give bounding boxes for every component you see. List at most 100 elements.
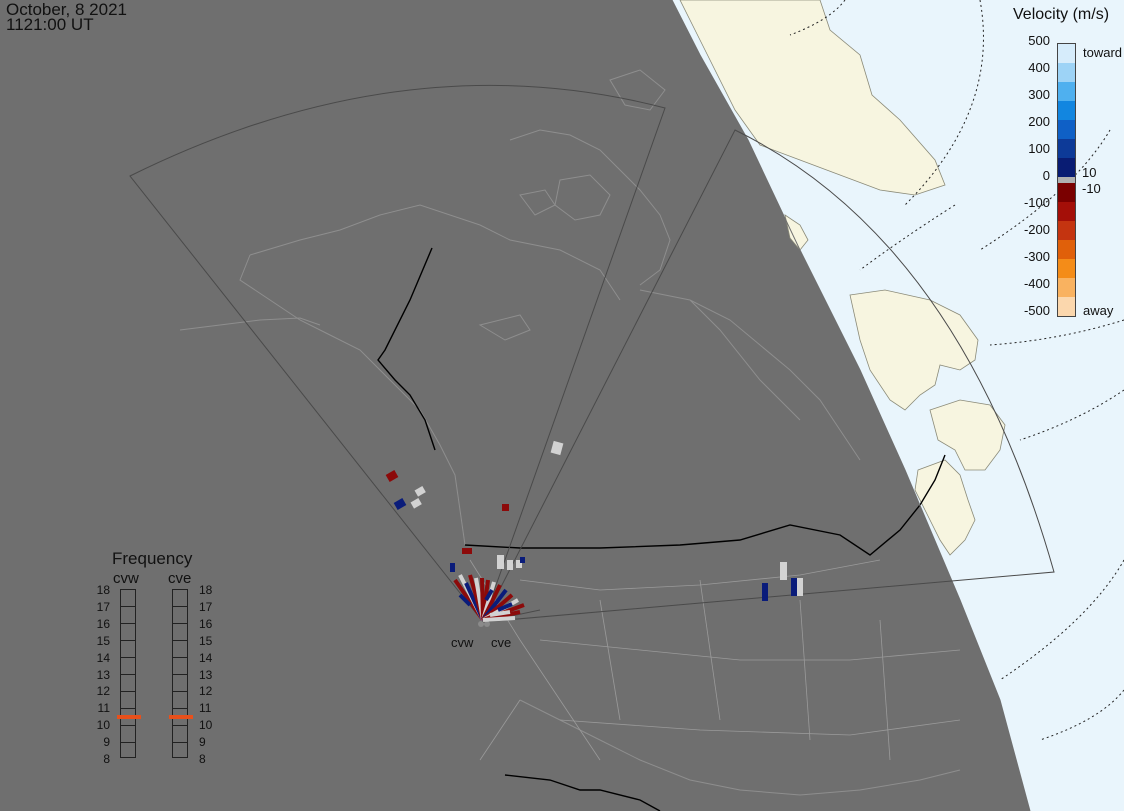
cvw-fov [129,84,666,624]
freq-row-line [173,741,187,743]
freq-radar-cve: cve [168,570,192,587]
echo-cell [450,563,455,572]
time-label: 1121:00 UT [6,15,94,34]
freq-row-line [121,623,135,625]
colorbar-tick-label: 100 [1028,141,1050,156]
freq-row-line [121,640,135,642]
freq-marker [169,714,193,719]
echo-cell [520,557,525,563]
cve-site [484,621,490,627]
freq-scale-label: 8 [199,752,206,766]
colorbar-segment [1058,240,1075,260]
freq-scale-label: 14 [199,650,213,665]
freq-scale-label: 10 [96,718,110,733]
colorbar-tick-label: -400 [1023,276,1050,291]
freq-row-line [121,741,135,743]
colorbar-tick-label: 300 [1028,87,1050,102]
colorbar-tick-label: -300 [1023,249,1050,264]
radar-label-cvw: cvw [451,635,474,650]
echo-cell [507,560,513,570]
freq-scale-label: 12 [96,684,110,699]
echo-cell [414,486,426,497]
echo-fan [453,574,525,622]
freq-scale-label: 9 [103,735,110,750]
colorbar-segment [1058,183,1075,203]
freq-scale-label: 11 [199,701,212,716]
colorbar-segment [1058,101,1075,121]
colorbar-segment [1058,82,1075,102]
freq-row-line [173,657,187,659]
colorbar-tick-label: -200 [1023,222,1050,237]
colorbar-title: Velocity (m/s) [1013,6,1110,23]
colorbar-tick-label: -500 [1023,303,1050,318]
echo-cell [762,583,768,601]
radar-label-cve: cve [491,635,512,650]
colorbar-tick-label: 500 [1028,33,1050,48]
freq-row-line [173,690,187,692]
freq-row-line [173,606,187,608]
echo-cell [393,498,407,510]
freq-scale-label: 16 [199,616,213,631]
freq-marker [117,714,141,719]
colorbar-inner-pos: 10 [1082,165,1097,180]
freq-column-cve [169,589,193,758]
freq-column-cvw [117,589,141,758]
colorbar-away-label: away [1083,303,1114,318]
borders-faint [469,559,961,761]
freq-scale-label: 14 [96,650,110,665]
freq-scale-label: 15 [199,633,213,648]
colorbar-tick-label: 0 [1042,168,1050,183]
freq-row-line [121,690,135,692]
colorbar-segment [1058,120,1075,140]
echo-cell [791,578,797,596]
freq-scale-label: 13 [199,667,213,682]
freq-row-line [121,606,135,608]
cvw-site [478,621,484,627]
colorbar [1057,43,1076,317]
echo-cell [502,504,509,511]
map-canvas [129,0,1124,811]
freq-scale-label: 17 [96,599,110,614]
freq-row-line [121,674,135,675]
freq-scale-label: 15 [96,633,110,648]
freq-scale-label: 12 [199,684,213,699]
freq-row-line [173,623,187,625]
colorbar-segment [1058,139,1075,159]
freq-scale-label: 13 [96,667,110,682]
echo-cell [550,440,564,456]
freq-scale-label: 9 [199,735,206,750]
freq-row-line [173,724,187,726]
colorbar-toward-label: toward [1083,45,1123,60]
colorbar-tick-label: 200 [1028,114,1050,129]
freq-scale-label: 8 [103,752,110,766]
echo-cell [497,555,504,569]
echo-cell [462,548,472,554]
colorbar-tick-label: -100 [1023,195,1050,210]
freq-scale-label: 18 [96,583,110,597]
freq-scale-label: 18 [199,583,213,597]
colorbar-segment [1058,202,1075,222]
freq-row-line [121,707,135,709]
colorbar-tick-label: 400 [1028,60,1050,75]
freq-row-line [121,724,135,726]
freq-scale-label: 17 [199,599,213,614]
freq-row-line [173,640,187,642]
freq-row-line [173,707,187,709]
freq-scale-label: 10 [199,718,213,733]
colorbar-segment [1058,63,1075,83]
colorbar-segment [1058,297,1075,316]
echo-cells [385,440,803,601]
colorbar-segment [1058,278,1075,298]
freq-scale-label: 11 [97,701,110,716]
frequency-title: Frequency [112,549,193,568]
echo-cell [797,578,803,596]
freq-row-line [121,657,135,659]
colorbar-segment [1058,44,1075,64]
colorbar-inner-neg: -10 [1082,181,1101,196]
freq-row-line [173,674,187,675]
echo-cell [780,562,787,580]
colorbar-segment [1058,221,1075,241]
echo-cell [410,498,422,509]
freq-scale-label: 16 [96,616,110,631]
echo-cell [385,470,399,482]
